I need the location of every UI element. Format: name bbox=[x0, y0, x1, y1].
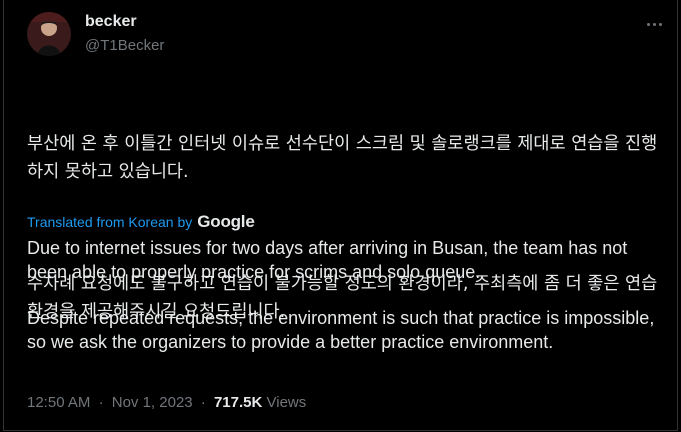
author-handle[interactable]: @T1Becker bbox=[85, 37, 164, 54]
avatar-image bbox=[27, 12, 71, 56]
tweet-time[interactable]: 12:50 AM bbox=[27, 394, 90, 411]
translated-from-label: Translated from Korean by bbox=[27, 214, 193, 230]
meta-separator: · bbox=[98, 394, 104, 411]
avatar[interactable] bbox=[27, 12, 71, 56]
korean-paragraph-1: 부산에 온 후 이틀간 인터넷 이슈로 선수단이 스크림 및 솔로랭크를 제대로… bbox=[27, 134, 658, 182]
author-name[interactable]: becker bbox=[85, 13, 137, 31]
translation-attribution: Translated from Korean by Google bbox=[27, 212, 255, 232]
views-label: Views bbox=[266, 394, 307, 411]
google-logo: Google bbox=[197, 212, 255, 231]
english-paragraph-2: Despite repeated requests, the environme… bbox=[27, 308, 655, 352]
tweet-translated-text: Due to internet issues for two days afte… bbox=[27, 236, 667, 354]
tweet-meta: 12:50 AM · Nov 1, 2023 · 717.5K Views bbox=[27, 394, 306, 411]
meta-separator: · bbox=[200, 394, 206, 411]
more-options-icon[interactable] bbox=[640, 10, 668, 38]
tweet-date[interactable]: Nov 1, 2023 bbox=[112, 394, 193, 411]
english-paragraph-1: Due to internet issues for two days afte… bbox=[27, 238, 628, 282]
views-count[interactable]: 717.5K bbox=[214, 394, 262, 411]
